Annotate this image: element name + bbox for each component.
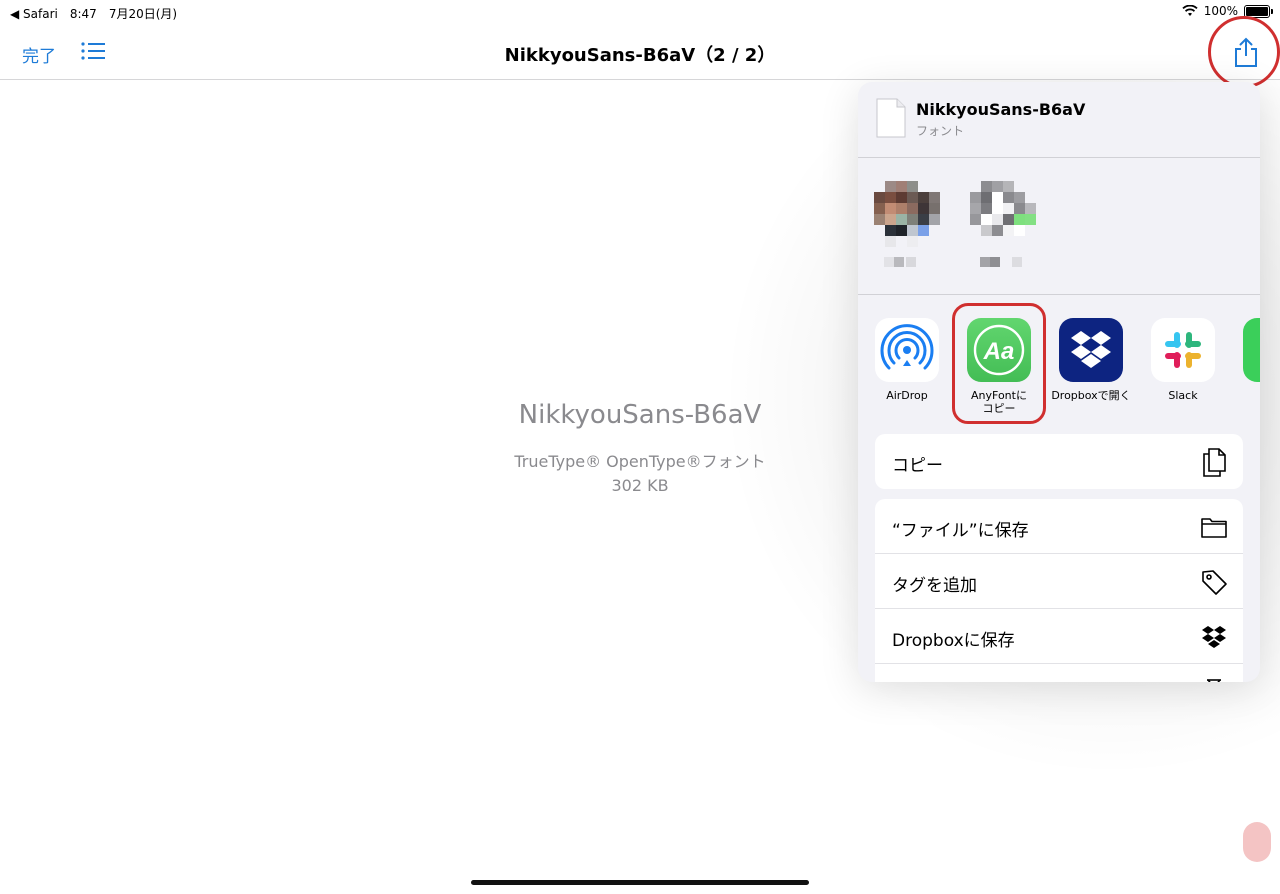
anyfont-highlight-ring: [952, 303, 1046, 424]
action-label: “ファイル”に保存: [892, 521, 1029, 541]
app-label: Dropboxで開く: [1051, 389, 1131, 402]
avatar: [970, 181, 1036, 247]
action-label: コピー: [892, 456, 943, 476]
copy-icon: [1203, 448, 1226, 477]
document-icon: [876, 98, 906, 138]
folder-icon: [1201, 518, 1227, 538]
messages-icon: [1243, 318, 1260, 382]
dropbox-icon: [1071, 331, 1111, 368]
battery-percentage: 100%: [1203, 4, 1238, 18]
action-group-save: “ファイル”に保存 タグを追加 Dropboxに保存: [875, 499, 1243, 682]
app-shortcuts-row: AirDrop Aa AnyFontに コピー Dropboxで開く Slack: [858, 296, 1260, 416]
action-add-tag[interactable]: タグを追加: [875, 554, 1243, 609]
status-time: 8:47: [69, 6, 97, 21]
back-to-safari[interactable]: ◀ Safari: [10, 7, 58, 21]
hourglass-icon: [1207, 679, 1221, 682]
app-dropbox[interactable]: Dropboxで開く: [1046, 318, 1136, 402]
share-file-name: NikkyouSans-B6aV: [916, 100, 1086, 119]
action-partial-next[interactable]: [875, 664, 1243, 682]
slack-icon: [1165, 332, 1201, 368]
action-label: タグを追加: [892, 576, 977, 596]
touch-indicator: [1243, 822, 1271, 862]
tag-icon: [1202, 570, 1227, 595]
action-label: Dropboxに保存: [892, 631, 1015, 651]
app-label: Slack: [1168, 389, 1198, 402]
action-copy[interactable]: コピー: [875, 434, 1243, 489]
share-sheet: NikkyouSans-B6aV フォント AirDrop Aa AnyFont…: [858, 82, 1260, 682]
wifi-icon: [1182, 5, 1198, 16]
action-save-to-dropbox[interactable]: Dropboxに保存: [875, 609, 1243, 664]
contact-suggestion-2[interactable]: [970, 181, 1036, 271]
share-sheet-header: NikkyouSans-B6aV フォント: [858, 82, 1260, 158]
contact-suggestion-1[interactable]: [874, 181, 940, 271]
app-airdrop[interactable]: AirDrop: [862, 318, 952, 402]
app-slack[interactable]: Slack: [1138, 318, 1228, 402]
avatar: [874, 181, 940, 247]
status-date: 7月20日(月): [108, 7, 178, 21]
page-title: NikkyouSans-B6aV（2 / 2）: [504, 45, 776, 66]
share-highlight-ring: [1208, 16, 1280, 88]
contact-name-blurred: [884, 257, 930, 267]
app-messages-partial[interactable]: [1230, 318, 1260, 382]
contact-name-blurred: [980, 257, 1026, 267]
status-bar: ◀ Safari 8:47 7月20日(月) 100%: [0, 0, 1280, 26]
contact-suggestions: [858, 159, 1260, 295]
airdrop-icon: [880, 324, 934, 370]
dropbox-icon: [1202, 626, 1226, 648]
nav-bar: 完了 NikkyouSans-B6aV（2 / 2）: [0, 26, 1280, 80]
action-save-to-files[interactable]: “ファイル”に保存: [875, 499, 1243, 554]
share-file-kind: フォント: [916, 124, 965, 138]
action-group-copy: コピー: [875, 434, 1243, 489]
app-label: AirDrop: [886, 389, 928, 402]
home-indicator[interactable]: [471, 880, 809, 885]
